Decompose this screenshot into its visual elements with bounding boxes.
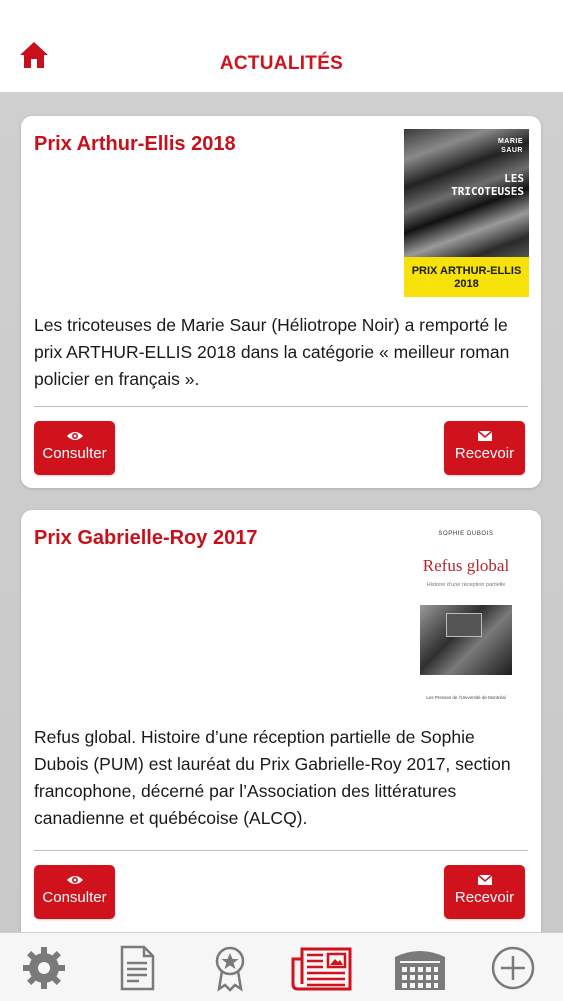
document-icon — [120, 945, 155, 991]
divider — [34, 850, 528, 851]
news-card-title: Prix Arthur-Ellis 2018 — [34, 133, 236, 155]
cover-publisher: Les Presses de l’Université de Montréal — [426, 695, 506, 700]
top-bar: ACTUALITÉS — [0, 0, 563, 92]
tab-news[interactable] — [290, 943, 354, 993]
cover-prize-band: PRIX ARTHUR-ELLIS 2018 — [404, 257, 529, 297]
settings-gear-icon — [23, 947, 65, 989]
receive-button[interactable]: Recevoir — [444, 421, 525, 475]
envelope-icon — [477, 430, 492, 441]
tab-more[interactable] — [488, 943, 538, 993]
book-cover-image: MARIE SAUR LES TRICOTEUSES PRIX ARTHUR-E… — [404, 129, 529, 297]
eye-icon — [66, 876, 83, 884]
news-list[interactable]: Prix Arthur-Ellis 2018 MARIE SAUR LES TR… — [0, 92, 563, 932]
receive-button[interactable]: Recevoir — [444, 865, 525, 919]
tab-settings[interactable] — [19, 943, 69, 993]
receive-label: Recevoir — [454, 445, 515, 462]
newspaper-icon — [291, 947, 352, 991]
news-card-body: Les tricoteuses de Marie Saur (Héliotrop… — [34, 315, 510, 389]
cover-title: LES TRICOTEUSES — [451, 172, 524, 198]
news-card: Prix Arthur-Ellis 2018 MARIE SAUR LES TR… — [21, 116, 541, 488]
cover-author: MARIE SAUR — [497, 138, 523, 154]
book-cover-image: SOPHIE DUBOIS Refus global Histoire d’un… — [406, 523, 526, 713]
award-ribbon-icon — [215, 946, 245, 992]
consult-button[interactable]: Consulter — [34, 421, 115, 475]
consult-button[interactable]: Consulter — [34, 865, 115, 919]
consult-label: Consulter — [42, 889, 107, 906]
envelope-icon — [477, 874, 492, 885]
tab-documents[interactable] — [112, 943, 162, 993]
page-title: ACTUALITÉS — [219, 53, 344, 74]
tab-library[interactable] — [392, 943, 448, 993]
news-card: Prix Gabrielle-Roy 2017 SOPHIE DUBOIS Re… — [21, 510, 541, 932]
library-building-icon — [395, 951, 445, 990]
eye-icon — [66, 432, 83, 440]
cover-author: SOPHIE DUBOIS — [438, 531, 494, 537]
news-card-title: Prix Gabrielle-Roy 2017 — [34, 527, 258, 549]
receive-label: Recevoir — [454, 889, 515, 906]
cover-title: Refus global — [422, 556, 510, 575]
divider — [34, 406, 528, 407]
tab-awards[interactable] — [205, 943, 255, 993]
cover-subtitle: Histoire d’une réception partielle — [426, 582, 506, 588]
tab-bar — [0, 932, 563, 1001]
plus-circle-icon — [491, 946, 535, 990]
news-card-body: Refus global. Histoire d’une réception p… — [34, 727, 511, 828]
cover-photo — [420, 605, 512, 675]
consult-label: Consulter — [42, 445, 107, 462]
